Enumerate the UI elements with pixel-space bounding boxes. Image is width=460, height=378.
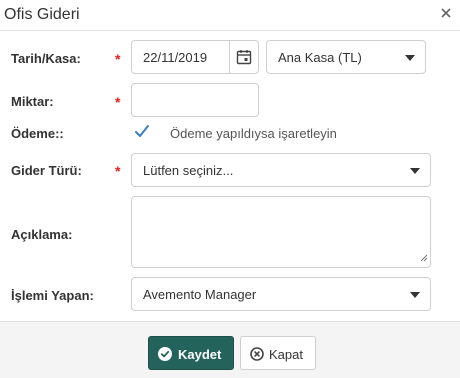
save-button-label: Kaydet: [178, 347, 222, 362]
close-icon[interactable]: [438, 5, 454, 21]
date-value: 22/11/2019: [143, 50, 208, 65]
description-textarea[interactable]: [131, 196, 431, 268]
operator-selected-value: Avemento Manager: [143, 287, 257, 302]
check-circle-icon: [158, 347, 172, 364]
save-button[interactable]: Kaydet: [148, 336, 234, 370]
operator-select[interactable]: Avemento Manager: [131, 277, 431, 311]
dialog-title: Ofis Gideri: [4, 6, 80, 23]
close-button-label: Kapat: [269, 347, 303, 362]
payment-label: Ödeme::: [11, 126, 64, 141]
cash-selected-value: Ana Kasa (TL): [278, 50, 362, 65]
chevron-down-icon: [405, 55, 415, 61]
chevron-down-icon: [410, 292, 420, 298]
required-mark: *: [115, 163, 121, 179]
expense-type-label: Gider Türü:: [11, 163, 82, 178]
dialog-titlebar: Ofis Gideri: [0, 0, 460, 31]
close-circle-icon: [250, 347, 264, 364]
required-mark: *: [115, 94, 121, 110]
amount-label: Miktar:: [11, 94, 54, 109]
description-label: Açıklama:: [11, 227, 73, 242]
operator-label: İşlemi Yapan:: [11, 288, 94, 303]
expense-type-selected-value: Lütfen seçiniz...: [143, 163, 234, 178]
cash-select[interactable]: Ana Kasa (TL): [266, 40, 426, 74]
date-input[interactable]: 22/11/2019: [131, 40, 259, 74]
dialog-footer: Kaydet Kapat: [0, 321, 460, 378]
resize-handle-icon[interactable]: [420, 250, 428, 265]
date-cash-label: Tarih/Kasa:: [11, 51, 81, 66]
expense-type-select[interactable]: Lütfen seçiniz...: [131, 153, 431, 187]
required-mark: *: [115, 51, 121, 67]
payment-checkbox[interactable]: [133, 123, 151, 141]
calendar-icon[interactable]: [229, 41, 258, 73]
close-button[interactable]: Kapat: [240, 336, 316, 370]
chevron-down-icon: [410, 168, 420, 174]
payment-checkbox-text: Ödeme yapıldıysa işaretleyin: [170, 126, 337, 141]
amount-input[interactable]: [131, 83, 259, 117]
